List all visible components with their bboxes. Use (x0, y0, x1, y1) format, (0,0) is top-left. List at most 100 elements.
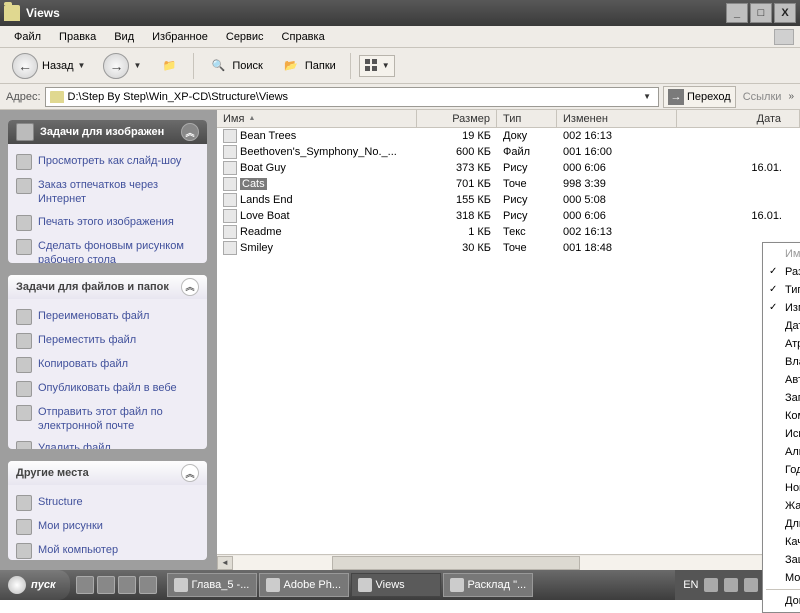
context-menu-item[interactable]: Альбом (765, 443, 800, 461)
file-row[interactable]: Cats701 КБТоче998 3:39 (217, 176, 800, 192)
menu-edit[interactable]: Правка (51, 28, 104, 46)
menu-file[interactable]: Файл (6, 28, 49, 46)
file-row[interactable]: Bean Trees19 КБДоку002 16:13 (217, 128, 800, 144)
panel-header[interactable]: Другие места ︽ (8, 461, 207, 485)
context-menu-item[interactable]: Номер записи (765, 479, 800, 497)
app-icon (450, 578, 464, 592)
collapse-icon[interactable]: ︽ (181, 464, 199, 482)
context-menu-item[interactable]: Атрибуты (765, 335, 800, 353)
views-button[interactable]: ▼ (359, 55, 395, 77)
task-link[interactable]: Переименовать файл (16, 305, 199, 329)
chevron-down-icon[interactable]: ▼ (640, 92, 654, 101)
start-button[interactable]: пуск (0, 570, 70, 600)
col-name[interactable]: Имя▲ (217, 110, 417, 127)
context-menu-item[interactable]: Год (765, 461, 800, 479)
panel-header[interactable]: Задачи для изображен ︽ (8, 120, 207, 144)
file-type: Точе (497, 178, 557, 190)
menu-help[interactable]: Справка (274, 28, 333, 46)
menu-tools[interactable]: Сервис (218, 28, 272, 46)
context-menu-item[interactable]: Владелец (765, 353, 800, 371)
task-icon (16, 309, 32, 325)
file-row[interactable]: Smiley30 КБТоче001 18:48 (217, 240, 800, 256)
col-modified[interactable]: Изменен (557, 110, 677, 127)
context-menu-item[interactable]: Комментарий (765, 407, 800, 425)
taskbar-button[interactable]: Views (351, 573, 441, 597)
search-button[interactable]: 🔍 Поиск (202, 53, 268, 79)
collapse-icon[interactable]: ︽ (181, 278, 199, 296)
taskbar-button[interactable]: Глава_5 -... (167, 573, 257, 597)
menu-view[interactable]: Вид (106, 28, 142, 46)
close-button[interactable]: X (774, 3, 796, 23)
address-input-wrap[interactable]: ▼ (45, 87, 659, 107)
tray-icon[interactable] (744, 578, 758, 592)
panel-header[interactable]: Задачи для файлов и папок ︽ (8, 275, 207, 299)
task-link[interactable]: Мой компьютер (16, 539, 199, 560)
context-menu-item[interactable]: Модель камеры (765, 569, 800, 587)
context-menu-item[interactable]: Жанр (765, 497, 800, 515)
file-row[interactable]: Boat Guy373 КБРису000 6:0616.01. (217, 160, 800, 176)
quick-launch-item[interactable] (139, 576, 157, 594)
file-name: Cats (240, 178, 267, 190)
chevron-down-icon[interactable]: ▼ (78, 61, 86, 70)
task-link[interactable]: Structure (16, 491, 199, 515)
horizontal-scrollbar[interactable]: ◄ ► (217, 554, 800, 570)
file-row[interactable]: Beethoven's_Symphony_No._...600 КБФайл00… (217, 144, 800, 160)
file-row[interactable]: Love Boat318 КБРису000 6:0616.01. (217, 208, 800, 224)
context-menu-item[interactable]: Заголовок (765, 389, 800, 407)
task-link[interactable]: Отправить этот файл по электронной почте (16, 401, 199, 438)
context-menu-item[interactable]: Качество звука (765, 533, 800, 551)
context-menu-item[interactable]: Длительность (765, 515, 800, 533)
context-menu-item[interactable]: ✓Изменен (765, 299, 800, 317)
quick-launch-item[interactable] (118, 576, 136, 594)
context-menu-item[interactable]: Дата создания (765, 317, 800, 335)
col-type[interactable]: Тип (497, 110, 557, 127)
maximize-button[interactable]: □ (750, 3, 772, 23)
col-date[interactable]: Дата (677, 110, 800, 127)
links-label[interactable]: Ссылки (740, 91, 785, 103)
back-label: Назад (42, 60, 74, 72)
context-menu-item[interactable]: Защита (765, 551, 800, 569)
task-label: Удалить файл (38, 441, 111, 449)
chevron-down-icon[interactable]: ▼ (133, 61, 141, 70)
tray-icon[interactable] (724, 578, 738, 592)
context-menu-item[interactable]: ✓Тип (765, 281, 800, 299)
context-menu-item[interactable]: Автор (765, 371, 800, 389)
task-link[interactable]: Опубликовать файл в вебе (16, 377, 199, 401)
taskbar-button[interactable]: Adobe Ph... (259, 573, 349, 597)
collapse-icon[interactable]: ︽ (181, 123, 199, 141)
scroll-thumb[interactable] (332, 556, 580, 570)
tray-icon[interactable] (704, 578, 718, 592)
file-row[interactable]: Readme1 КБТекс002 16:13 (217, 224, 800, 240)
context-menu-item[interactable]: ✓Размер (765, 263, 800, 281)
address-input[interactable] (68, 91, 641, 103)
col-size[interactable]: Размер (417, 110, 497, 127)
back-button[interactable]: ← Назад ▼ (6, 50, 91, 82)
folders-button[interactable]: 📂 Папки (275, 53, 342, 79)
task-link[interactable]: Печать этого изображения (16, 211, 199, 235)
context-menu-more[interactable]: Дополнительно... (765, 592, 800, 610)
quick-launch-item[interactable] (76, 576, 94, 594)
minimize-button[interactable]: _ (726, 3, 748, 23)
up-button[interactable]: 📁 (153, 53, 185, 79)
task-link[interactable]: Мои рисунки (16, 515, 199, 539)
language-indicator[interactable]: EN (683, 579, 698, 591)
task-link[interactable]: Копировать файл (16, 353, 199, 377)
file-row[interactable]: Lands End155 КБРису000 5:08 (217, 192, 800, 208)
go-button[interactable]: → Переход (663, 86, 736, 108)
scroll-track[interactable] (233, 556, 784, 570)
task-link[interactable]: Просмотреть как слайд-шоу (16, 150, 199, 174)
forward-icon: → (103, 53, 129, 79)
chevron-right-icon[interactable]: » (788, 91, 794, 102)
forward-button[interactable]: → ▼ (97, 50, 147, 82)
task-link[interactable]: Сделать фоновым рисунком рабочего стола (16, 235, 199, 263)
task-link[interactable]: Переместить файл (16, 329, 199, 353)
context-menu-item[interactable]: Исполнитель (765, 425, 800, 443)
menu-favorites[interactable]: Избранное (144, 28, 216, 46)
app-icon (358, 578, 372, 592)
quick-launch-item[interactable] (97, 576, 115, 594)
task-icon (16, 381, 32, 397)
taskbar-button[interactable]: Расклад "... (443, 573, 534, 597)
task-link[interactable]: Заказ отпечатков через Интернет (16, 174, 199, 211)
scroll-left-button[interactable]: ◄ (217, 556, 233, 570)
task-link[interactable]: Удалить файл (16, 437, 199, 449)
